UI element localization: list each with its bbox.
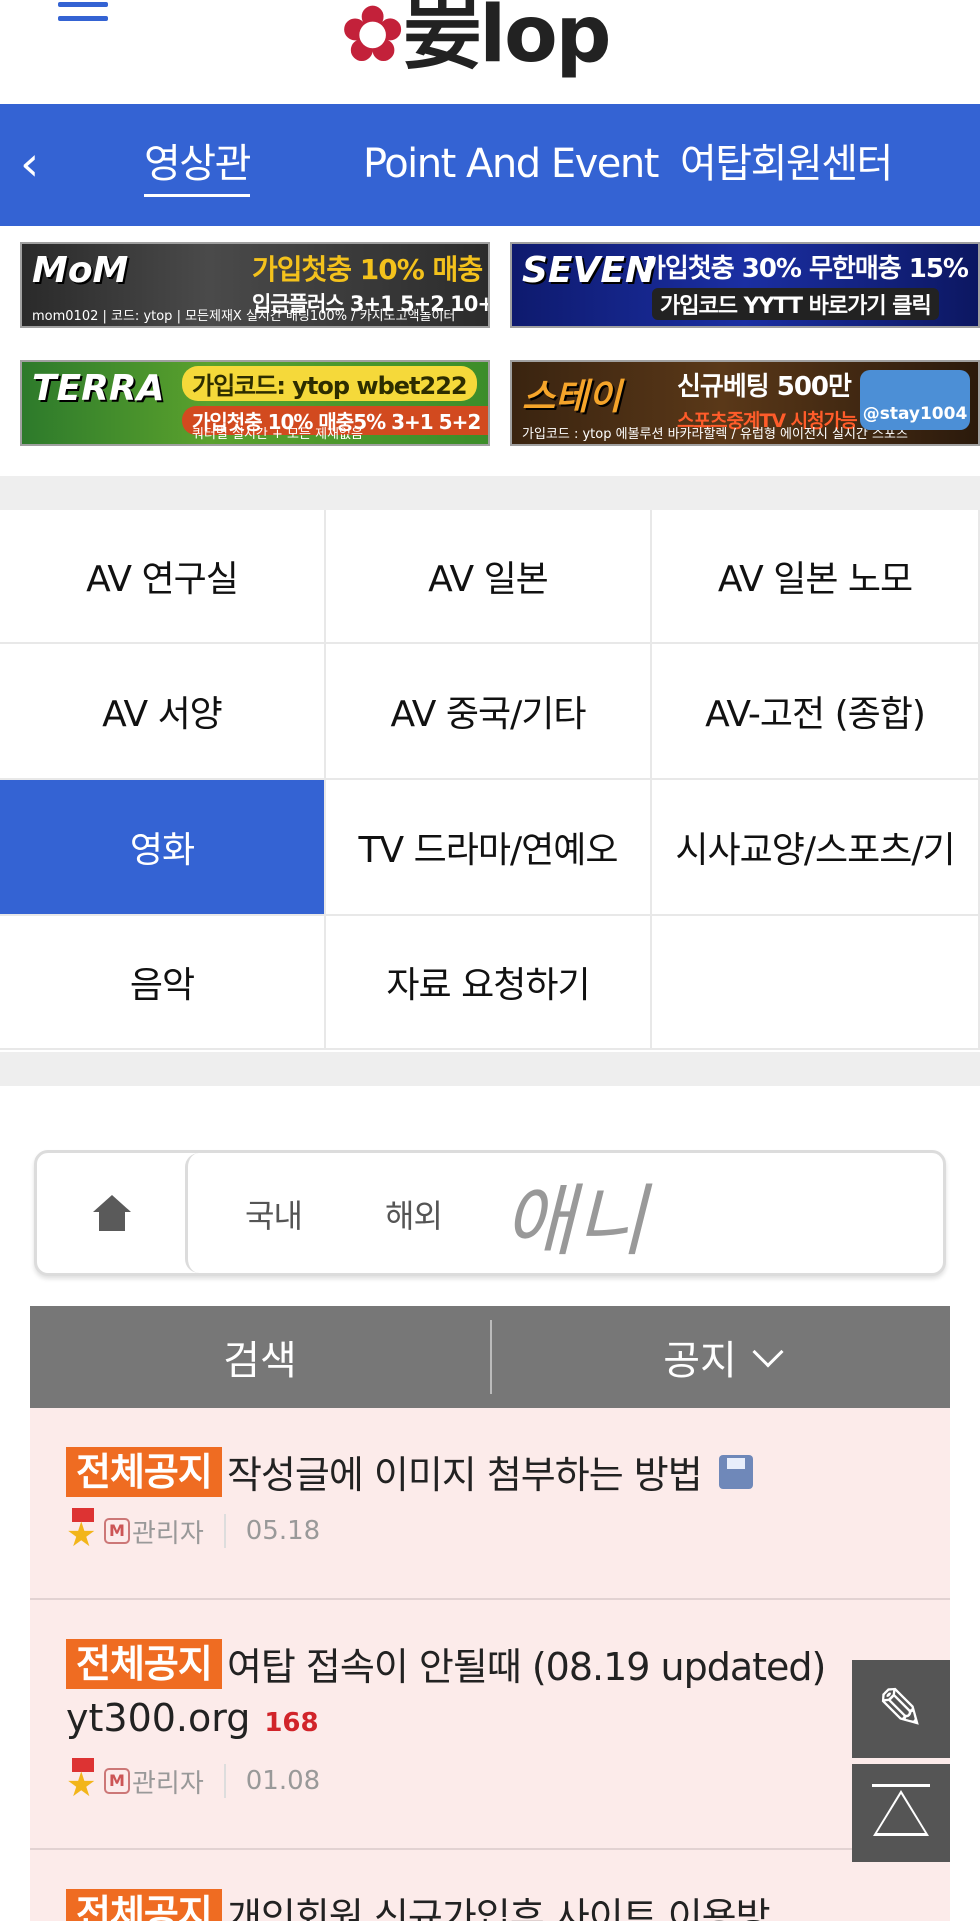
category-tv-drama[interactable]: TV 드라마/연예오 <box>326 780 652 916</box>
nav-back-icon[interactable]: ‹ <box>20 134 39 194</box>
banner-brand: 스테이 <box>522 377 622 418</box>
sub-tab-domestic[interactable]: 국내 <box>245 1191 303 1237</box>
member-badge-icon: M <box>104 1768 130 1794</box>
category-av-lab[interactable]: AV 연구실 <box>0 510 326 644</box>
scroll-top-icon <box>873 1790 929 1836</box>
site-logo[interactable]: ✿妛lop <box>340 0 612 84</box>
handwritten-annotation: 애니 <box>503 1177 647 1267</box>
section-divider <box>0 1052 980 1086</box>
notice-list: 전체공지 작성글에 이미지 첨부하는 방법 ★ M 관리자 05.18 전체공지… <box>30 1408 950 1921</box>
notice-badge: 전체공지 <box>66 1888 222 1921</box>
scroll-top-button[interactable] <box>852 1764 950 1862</box>
notice-title[interactable]: 여탑 접속이 안될때 (08.19 updated) <box>227 1645 826 1689</box>
meta-separator <box>223 1514 226 1548</box>
banner-brand: SEVEN <box>522 250 656 291</box>
main-nav: ‹ 영상관 Point And Event 여탑회원센터 <box>0 104 980 226</box>
category-music[interactable]: 음악 <box>0 916 326 1050</box>
medal-icon: ★ <box>66 1508 100 1554</box>
banner-stay[interactable]: 스테이 신규베팅 500만 스포츠중계TV 시청가능 가입코드 : ytop 에… <box>510 360 980 446</box>
category-av-japan[interactable]: AV 일본 <box>326 510 652 644</box>
notice-badge: 전체공지 <box>66 1638 222 1689</box>
sub-tab-overseas[interactable]: 해외 <box>385 1191 443 1237</box>
search-notice-bar: 검색 공지 <box>30 1306 950 1408</box>
banner-headline: 가입코드: ytop wbet222 <box>182 366 477 401</box>
notice-title-continued[interactable]: yt300.org <box>66 1696 250 1740</box>
floppy-icon <box>718 1454 753 1489</box>
banner-footer: mom0102 | 코드: ytop | 모든제재X 실시간 배팅100% / … <box>32 309 456 324</box>
category-movie[interactable]: 영화 <box>0 780 326 916</box>
home-icon <box>93 1195 131 1231</box>
category-av-japan-nomo[interactable]: AV 일본 노모 <box>652 510 980 644</box>
telegram-badge: @stay1004 <box>860 370 970 430</box>
notice-author[interactable]: 관리자 <box>132 1763 204 1800</box>
category-empty <box>652 916 980 1050</box>
banner-terra[interactable]: TERRA 가입코드: ytop wbet222 가입첫충 10% 매충5% 3… <box>20 360 490 446</box>
search-button[interactable]: 검색 <box>30 1306 490 1408</box>
banner-mom[interactable]: MoM 가입첫충 10% 매충 5% 입금플러스 3+1 5+2 10+3 mo… <box>20 242 490 328</box>
top-header: ✿妛lop <box>0 0 980 104</box>
category-av-western[interactable]: AV 서양 <box>0 644 326 780</box>
top-bar-line <box>872 1784 930 1787</box>
list-item[interactable]: 전체공지 여탑 접속이 안될때 (08.19 updated) yt300.or… <box>30 1600 950 1850</box>
banner-subline: 가입코드 YYTT 바로가기 클릭 <box>652 288 939 320</box>
notice-toggle-button[interactable]: 공지 <box>492 1306 950 1408</box>
list-item[interactable]: 전체공지 작성글에 이미지 첨부하는 방법 ★ M 관리자 05.18 <box>30 1408 950 1600</box>
nav-item-point-event[interactable]: Point And Event <box>363 134 659 194</box>
write-button[interactable]: ✎ <box>852 1660 950 1758</box>
banner-headline: 가입첫충 30% 무한매충 15% <box>642 254 969 284</box>
notice-badge: 전체공지 <box>66 1446 222 1497</box>
banner-headline: 신규베팅 500만 <box>677 372 852 402</box>
home-button[interactable] <box>37 1153 187 1273</box>
banner-footer: 가입코드 : ytop 에볼루션 바카라할렉 / 유럽형 에이전시 실시간 스포… <box>522 427 908 442</box>
category-request[interactable]: 자료 요청하기 <box>326 916 652 1050</box>
hamburger-icon[interactable] <box>58 2 108 38</box>
member-badge-icon: M <box>104 1518 130 1544</box>
banner-brand: MoM <box>32 250 129 291</box>
notice-author[interactable]: 관리자 <box>132 1513 204 1550</box>
comment-count: 168 <box>264 1708 319 1738</box>
section-divider <box>0 476 980 510</box>
notice-date: 05.18 <box>245 1516 321 1546</box>
notice-title[interactable]: 개인회원 신규가입후 사이트 이용방 <box>227 1895 771 1921</box>
notice-title[interactable]: 작성글에 이미지 첨부하는 방법 <box>227 1453 703 1497</box>
category-av-china-etc[interactable]: AV 중국/기타 <box>326 644 652 780</box>
sub-tab-box: 국내 해외 애니 <box>34 1150 946 1276</box>
chevron-down-icon <box>752 1336 784 1368</box>
pencil-icon: ✎ <box>876 1675 926 1743</box>
medal-icon: ★ <box>66 1758 100 1804</box>
category-av-classic[interactable]: AV-고전 (종합) <box>652 644 980 780</box>
notice-date: 01.08 <box>245 1766 321 1796</box>
banner-headline: 가입첫충 10% 매충 5% <box>252 253 488 286</box>
nav-item-video-hall[interactable]: 영상관 <box>144 134 251 197</box>
list-item[interactable]: 전체공지 개인회원 신규가입후 사이트 이용방 <box>30 1850 950 1921</box>
meta-separator <box>223 1764 226 1798</box>
notice-toggle-label: 공지 <box>663 1338 737 1384</box>
banner-brand: TERRA <box>32 368 165 409</box>
category-documentary-sports[interactable]: 시사교양/스포츠/기 <box>652 780 980 916</box>
banner-seven[interactable]: SEVEN 가입첫충 30% 무한매충 15% 가입코드 YYTT 바로가기 클… <box>510 242 980 328</box>
banner-footer: 쿼터별 실시간 + 모든 제재없음 <box>192 427 363 442</box>
nav-item-member-center[interactable]: 여탑회원센터 <box>680 134 893 194</box>
